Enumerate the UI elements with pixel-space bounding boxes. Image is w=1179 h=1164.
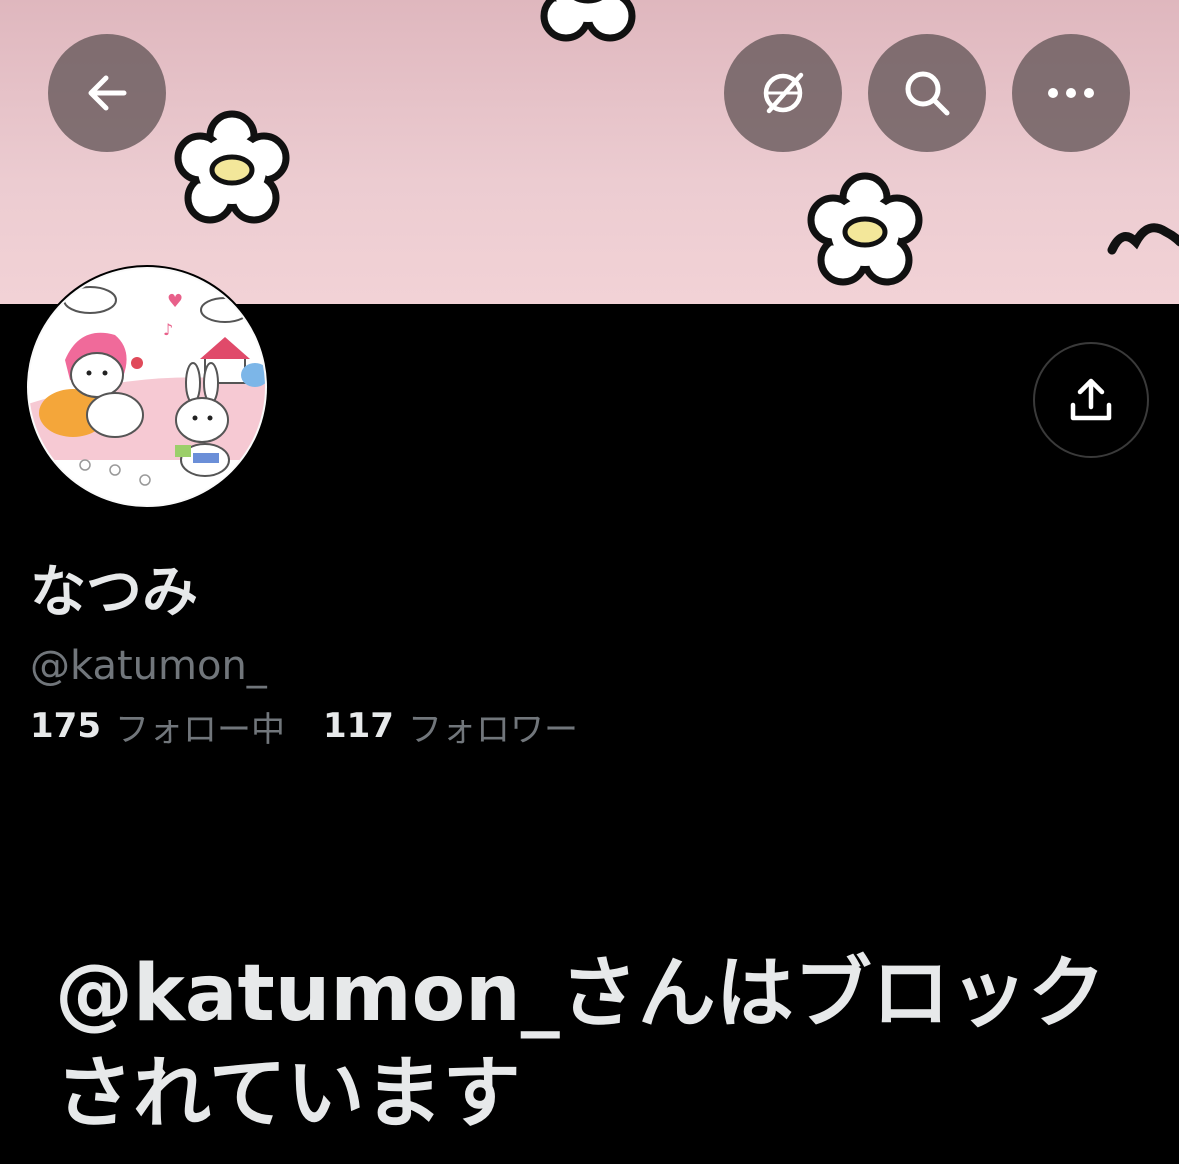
follow-stats: 175 フォロー中 117 フォロワー [30,702,578,751]
share-icon [1070,378,1112,421]
avatar-image: ♥ ♪ [27,267,267,507]
more-options-button[interactable] [1012,34,1130,152]
followers-label: フォロワー [407,709,578,750]
svg-text:♪: ♪ [163,320,173,339]
translate-button[interactable] [724,34,842,152]
following-count: 175 [30,706,101,746]
search-button[interactable] [868,34,986,152]
user-handle: @katumon_ [30,643,267,689]
banner-flowers-image [0,0,1179,304]
more-horizontal-icon [1048,88,1094,98]
avatar[interactable]: ♥ ♪ [25,265,269,509]
no-translate-icon [763,72,804,114]
arrow-left-icon [88,75,127,111]
followers-stat[interactable]: 117 フォロワー [323,702,578,751]
svg-text:♥: ♥ [167,291,183,312]
following-label: フォロー中 [114,709,285,750]
share-button[interactable] [1033,342,1149,458]
display-name: なつみ [30,560,198,625]
profile-banner [0,0,1179,304]
search-icon [905,71,950,116]
back-button[interactable] [48,34,166,152]
blocked-message: @katumon_さんはブロックされています [55,949,1106,1139]
following-stat[interactable]: 175 フォロー中 [30,702,285,751]
followers-count: 117 [322,706,394,746]
